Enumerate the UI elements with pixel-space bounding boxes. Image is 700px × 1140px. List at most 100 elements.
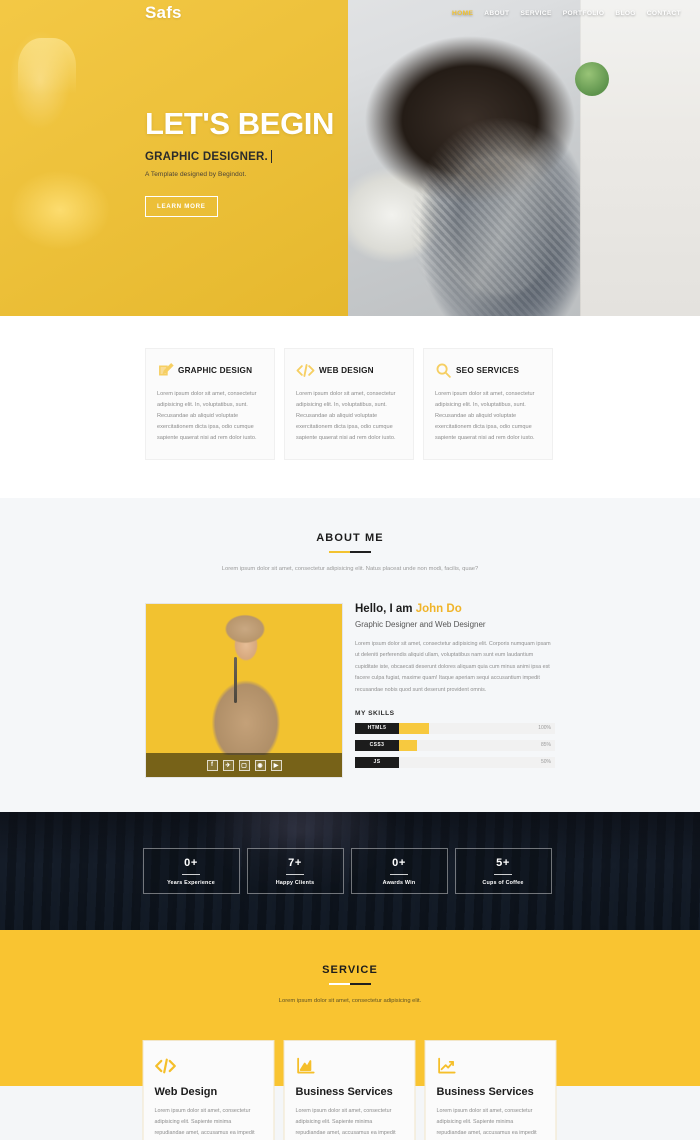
service-cards-row: Web Design Lorem ipsum dolor sit amet, c…: [142, 1040, 558, 1140]
heading-divider: [329, 550, 371, 553]
hero-subtitle-row: GRAPHIC DESIGNER.: [145, 150, 405, 163]
service-description: Lorem ipsum dolor sit amet, consectetur …: [278, 998, 422, 1005]
features-row: GRAPHIC DESIGN Lorem ipsum dolor sit ame…: [145, 348, 555, 460]
heading-divider: [329, 983, 371, 986]
stat-value: 7+: [288, 856, 302, 869]
skills-heading: MY SKILLS: [355, 709, 395, 717]
service-card-body: Lorem ipsum dolor sit amet, consectetur …: [154, 1108, 255, 1136]
greeting-prefix: Hello, I am: [355, 603, 416, 616]
pinterest-icon[interactable]: ◉: [254, 759, 266, 771]
service-heading-block: SERVICE Lorem ipsum dolor sit amet, cons…: [0, 964, 700, 1008]
code-icon: [155, 1055, 263, 1075]
hero-copy: LET'S BEGIN GRAPHIC DESIGNER. A Template…: [145, 108, 405, 217]
features-section: GRAPHIC DESIGN Lorem ipsum dolor sit ame…: [0, 316, 700, 498]
stat-label: Happy Clients: [275, 879, 315, 886]
about-text-block: Hello, I am John Do Graphic Designer and…: [355, 603, 555, 778]
feature-card-seo-services[interactable]: SEO SERVICES Lorem ipsum dolor sit amet,…: [423, 348, 553, 460]
hero-subtitle: GRAPHIC DESIGNER.: [145, 150, 268, 163]
skill-fill: [399, 739, 417, 751]
stat-value: 0+: [392, 856, 406, 869]
hero-note: A Template designed by Begindot.: [145, 171, 247, 178]
site-logo[interactable]: Safs: [145, 3, 182, 23]
service-card-body: Lorem ipsum dolor sit amet, consectetur …: [436, 1108, 537, 1136]
skill-label: HTML5: [355, 722, 399, 734]
skill-bar-html5: HTML5 100%: [355, 722, 555, 734]
feature-title: SEO SERVICES: [456, 366, 520, 375]
stat-value: 0+: [184, 856, 198, 869]
about-paragraph: Lorem ipsum dolor sit amet, consectetur …: [355, 641, 551, 693]
nav-item-portfolio[interactable]: PORTFOLIO: [563, 10, 605, 17]
service-wrapper: SERVICE Lorem ipsum dolor sit amet, cons…: [0, 930, 700, 1140]
hero-title: LET'S BEGIN: [145, 106, 334, 141]
hero-section: Safs HOME ABOUT SERVICE PORTFOLIO BLOG C…: [0, 0, 700, 316]
search-icon: [435, 362, 452, 379]
main-nav: HOME ABOUT SERVICE PORTFOLIO BLOG CONTAC…: [452, 10, 681, 17]
learn-more-button[interactable]: LEARN MORE: [145, 196, 218, 217]
service-card-title: Web Design: [154, 1086, 218, 1099]
top-navigation-bar: Safs HOME ABOUT SERVICE PORTFOLIO BLOG C…: [0, 0, 700, 26]
about-content-row: f ✈ ▢ ◉ ▶ Hello, I am John Do Graphic De…: [145, 603, 555, 779]
stats-row: 0+ Years Experience 7+ Happy Clients 0+ …: [142, 812, 558, 895]
skill-percent: 100%: [538, 725, 551, 732]
stat-card-years-experience: 0+ Years Experience: [142, 848, 240, 895]
social-links-bar: f ✈ ▢ ◉ ▶: [146, 753, 342, 778]
about-greeting: Hello, I am John Do: [355, 603, 555, 615]
about-description: Lorem ipsum dolor sit amet, consectetur …: [221, 565, 479, 572]
service-card-title: Business Services: [295, 1086, 393, 1099]
skill-percent: 50%: [540, 759, 551, 766]
nav-item-service[interactable]: SERVICE: [520, 10, 551, 17]
skill-bar-css3: CSS3 85%: [355, 739, 555, 751]
pencil-square-icon: [157, 362, 174, 379]
typing-caret: [270, 150, 272, 163]
service-card-business-services-1[interactable]: Business Services Lorem ipsum dolor sit …: [283, 1040, 416, 1140]
feature-card-web-design[interactable]: WEB DESIGN Lorem ipsum dolor sit amet, c…: [284, 348, 414, 460]
landing-page: Safs HOME ABOUT SERVICE PORTFOLIO BLOG C…: [0, 0, 700, 1140]
skill-label: CSS3: [355, 739, 399, 751]
stat-divider: [182, 873, 200, 875]
service-card-web-design[interactable]: Web Design Lorem ipsum dolor sit amet, c…: [142, 1040, 275, 1140]
service-card-body: Lorem ipsum dolor sit amet, consectetur …: [295, 1108, 396, 1136]
chart-area-icon: [296, 1055, 404, 1075]
skill-label: JS: [355, 756, 399, 768]
skill-percent: 85%: [540, 742, 551, 749]
stat-divider: [286, 873, 304, 875]
service-card-title: Business Services: [436, 1086, 534, 1099]
stat-card-cups-of-coffee: 5+ Cups of Coffee: [454, 848, 552, 895]
feature-title: WEB DESIGN: [319, 366, 374, 375]
feature-title: GRAPHIC DESIGN: [178, 366, 253, 375]
profile-portrait: [146, 605, 342, 756]
profile-photo-card: f ✈ ▢ ◉ ▶: [145, 603, 343, 779]
feature-body: Lorem ipsum dolor sit amet, consectetur …: [296, 391, 396, 441]
stat-divider: [390, 873, 408, 875]
facebook-icon[interactable]: f: [206, 759, 218, 771]
feature-body: Lorem ipsum dolor sit amet, consectetur …: [157, 391, 257, 441]
nav-item-contact[interactable]: CONTACT: [647, 10, 681, 17]
service-heading: SERVICE: [322, 964, 378, 977]
stats-section: 0+ Years Experience 7+ Happy Clients 0+ …: [0, 812, 700, 931]
profile-name: John Do: [415, 603, 462, 616]
stat-label: Years Experience: [167, 879, 215, 886]
nav-item-about[interactable]: ABOUT: [484, 10, 509, 17]
feature-header: WEB DESIGN: [296, 362, 402, 379]
hero-bookshelf: [580, 0, 700, 316]
feature-body: Lorem ipsum dolor sit amet, consectetur …: [435, 391, 535, 441]
about-section: ABOUT ME Lorem ipsum dolor sit amet, con…: [0, 497, 700, 813]
feature-header: GRAPHIC DESIGN: [157, 362, 263, 379]
stat-card-happy-clients: 7+ Happy Clients: [246, 848, 344, 895]
youtube-icon[interactable]: ▶: [270, 759, 282, 771]
stat-value: 5+: [496, 856, 510, 869]
nav-item-home[interactable]: HOME: [452, 10, 473, 17]
about-heading: ABOUT ME: [316, 531, 384, 544]
stat-label: Awards Win: [382, 879, 416, 886]
instagram-icon[interactable]: ▢: [238, 759, 250, 771]
service-card-business-services-2[interactable]: Business Services Lorem ipsum dolor sit …: [424, 1040, 557, 1140]
skill-bar-js: JS 50%: [355, 756, 555, 768]
about-heading-block: ABOUT ME Lorem ipsum dolor sit amet, con…: [0, 532, 700, 576]
profile-role: Graphic Designer and Web Designer: [355, 620, 486, 630]
hero-plant: [575, 62, 609, 96]
stat-card-awards-win: 0+ Awards Win: [350, 848, 448, 895]
feature-header: SEO SERVICES: [435, 362, 541, 379]
twitter-icon[interactable]: ✈: [222, 759, 234, 771]
nav-item-blog[interactable]: BLOG: [615, 10, 635, 17]
feature-card-graphic-design[interactable]: GRAPHIC DESIGN Lorem ipsum dolor sit ame…: [145, 348, 275, 460]
